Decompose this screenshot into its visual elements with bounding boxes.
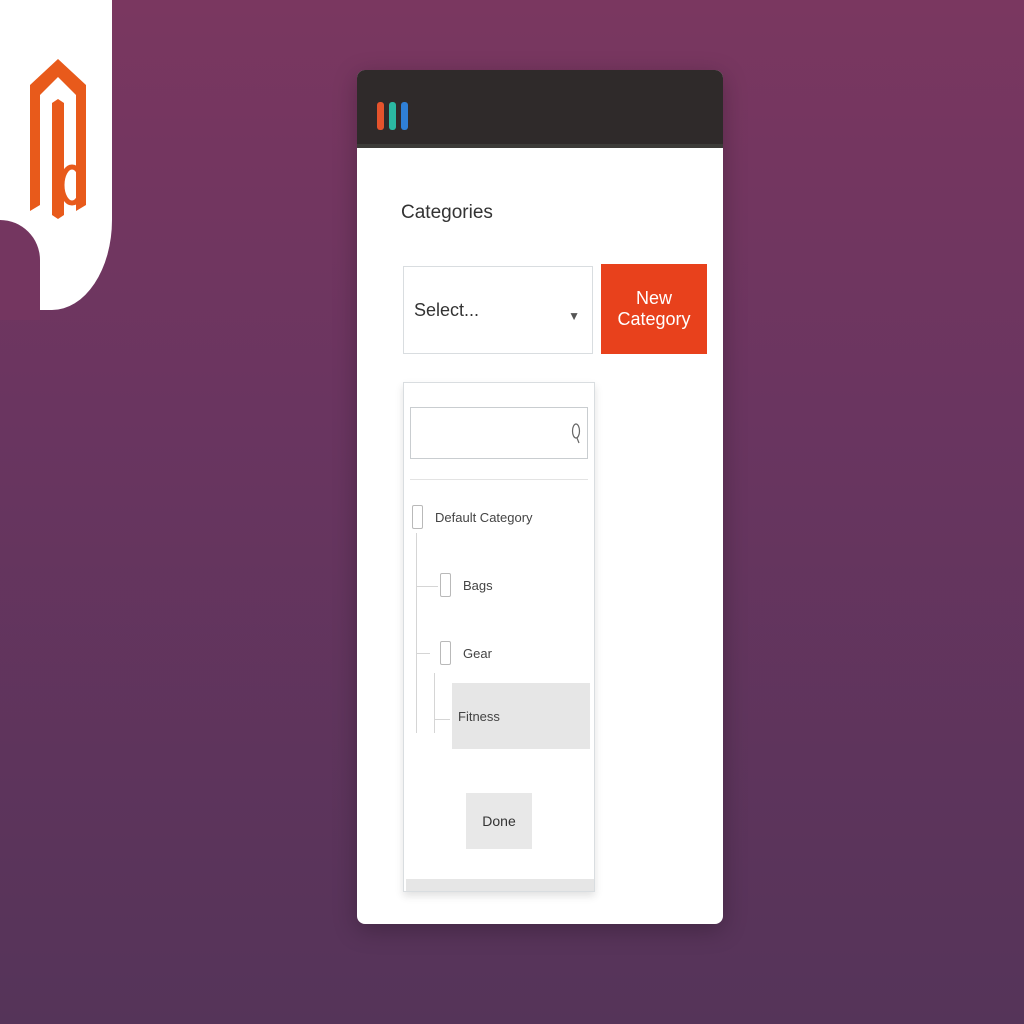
category-search-input[interactable] bbox=[410, 407, 588, 459]
tree-item-default-category[interactable]: Default Category bbox=[412, 505, 533, 529]
new-category-button[interactable]: New Category bbox=[601, 264, 707, 354]
tree-item-label: Default Category bbox=[435, 509, 533, 525]
tree-connector bbox=[416, 533, 417, 733]
dropdown-footer bbox=[406, 879, 594, 891]
logo-badge bbox=[0, 0, 112, 320]
done-button[interactable]: Done bbox=[466, 793, 532, 849]
tree-connector bbox=[416, 586, 438, 587]
window-titlebar bbox=[357, 70, 723, 148]
chevron-down-icon: ▼ bbox=[568, 309, 580, 323]
tree-connector bbox=[434, 719, 450, 720]
categories-heading: Categories bbox=[401, 202, 493, 223]
tree-item-bags[interactable]: Bags bbox=[440, 573, 493, 597]
window-minimize-dot[interactable] bbox=[389, 102, 396, 130]
checkbox[interactable] bbox=[440, 573, 451, 597]
dropdown-divider bbox=[410, 479, 588, 480]
checkbox[interactable] bbox=[412, 505, 423, 529]
tree-item-gear[interactable]: Gear bbox=[440, 641, 492, 665]
tree-connector bbox=[416, 653, 430, 654]
tree-item-label: Gear bbox=[463, 645, 492, 661]
app-window: Categories Select... ▼ New Category Defa… bbox=[357, 70, 723, 924]
category-select-value: Select... bbox=[414, 299, 480, 320]
tree-item-fitness[interactable]: Fitness bbox=[452, 683, 590, 749]
category-select[interactable]: Select... ▼ bbox=[403, 266, 593, 354]
checkbox[interactable] bbox=[440, 641, 451, 665]
window-close-dot[interactable] bbox=[377, 102, 384, 130]
magento-logo-icon bbox=[30, 59, 86, 219]
tree-item-label: Fitness bbox=[458, 708, 500, 724]
tree-item-label: Bags bbox=[463, 577, 493, 593]
category-dropdown: Default Category Gear Bags Fitness Done bbox=[403, 382, 595, 892]
window-maximize-dot[interactable] bbox=[401, 102, 408, 130]
search-icon bbox=[571, 423, 581, 444]
tree-connector bbox=[434, 673, 435, 733]
